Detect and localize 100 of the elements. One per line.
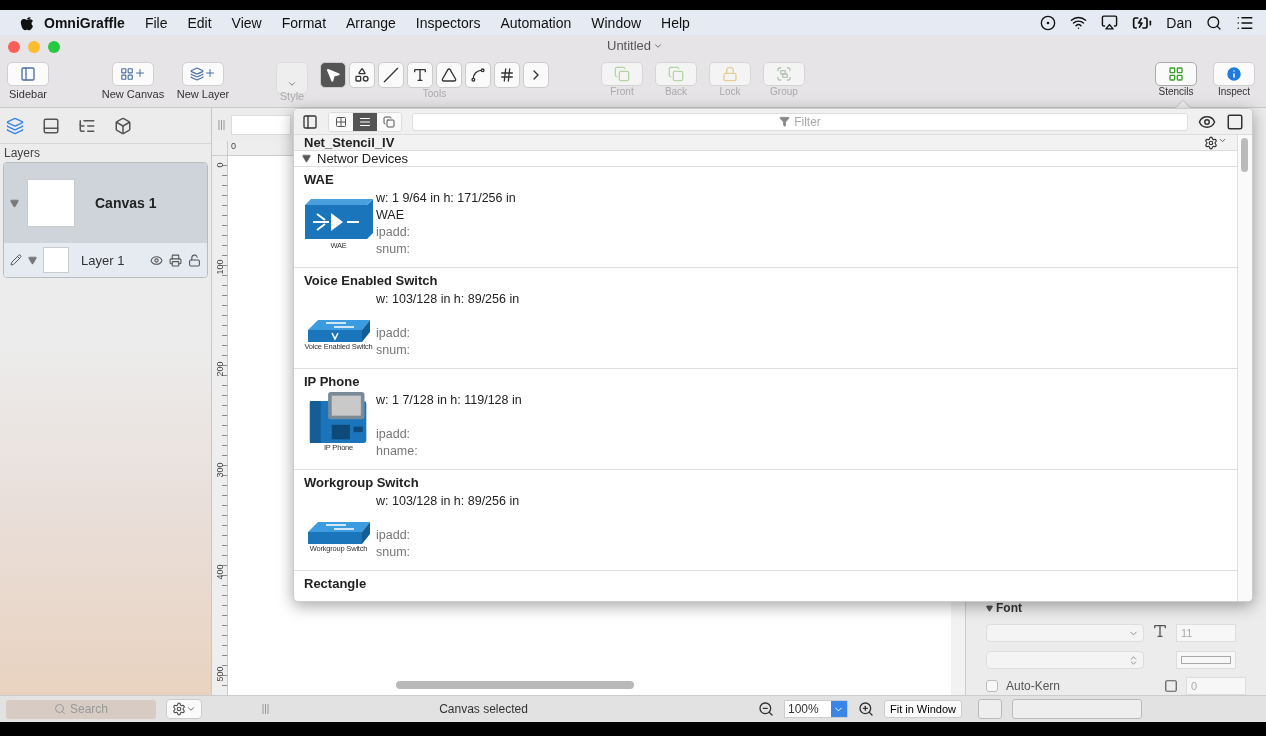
scroll-thumb[interactable] [396, 681, 634, 689]
fit-button[interactable]: Fit in Window [883, 700, 962, 718]
settings-button[interactable] [1204, 135, 1227, 150]
canvas-thumbnail [27, 179, 75, 227]
menu-item[interactable]: View [221, 14, 272, 31]
stencil-item[interactable]: Rectangle [294, 571, 1237, 601]
toolbar-label: New Layer [176, 88, 230, 100]
inspect-button[interactable] [1213, 62, 1255, 86]
pencil-icon [10, 254, 22, 266]
grip-icon[interactable] [262, 704, 269, 714]
menu-item[interactable]: Format [271, 14, 337, 31]
printer-icon[interactable] [169, 253, 182, 267]
tool-button[interactable] [494, 62, 520, 88]
front-icon [614, 66, 630, 82]
menu-item[interactable]: File [134, 14, 178, 31]
grid-view-icon [335, 115, 347, 128]
lock-icon [722, 66, 738, 82]
app-menu[interactable]: OmniGraffle [34, 14, 135, 31]
unlock-icon[interactable] [188, 253, 201, 267]
shapes-icon [354, 67, 370, 83]
view-button[interactable] [329, 112, 353, 131]
canvas-row[interactable]: Canvas 1 [4, 163, 207, 243]
menu-item[interactable]: Help [651, 14, 700, 31]
layer-button[interactable] [182, 62, 224, 86]
color-well[interactable] [1176, 651, 1236, 669]
user-name[interactable]: Dan [1166, 14, 1192, 31]
canvas-icon [42, 116, 60, 135]
view-button[interactable] [353, 112, 377, 131]
tool-button[interactable] [349, 62, 375, 88]
new-canvas-icon [120, 67, 146, 81]
stack-view-icon [383, 115, 395, 128]
group-header[interactable]: Networ Devices [294, 151, 1237, 167]
stencil-name: Workgroup Switch [304, 475, 420, 490]
shape-size: w: 103/128 in h: 89/256 in [376, 291, 520, 308]
layer-thumbnail [43, 247, 69, 273]
toolbar-label: Group [770, 86, 798, 97]
menu-item[interactable]: Inspectors [405, 14, 491, 31]
search-icon[interactable] [1206, 14, 1222, 31]
zoom-in-icon[interactable] [857, 701, 874, 717]
window-icon [1226, 112, 1244, 131]
grip-icon[interactable] [218, 119, 225, 130]
shape-property: ipadd: [376, 325, 412, 342]
zoom-out-icon[interactable] [757, 701, 774, 717]
menu-item[interactable]: Arrange [336, 14, 406, 31]
toolbar-label: Inspect [1217, 86, 1251, 97]
shape-property: hname: [376, 443, 419, 460]
window-button[interactable] [1226, 112, 1244, 131]
wifi-icon[interactable] [1070, 14, 1088, 31]
back-icon [668, 66, 684, 82]
scroll-thumb[interactable] [1241, 138, 1248, 172]
toolbar-label: New Canvas [101, 88, 165, 100]
sidebar-button[interactable] [7, 62, 49, 86]
sidebar-icon [302, 113, 318, 130]
list-view-icon [359, 115, 371, 128]
stencil-title: Net_Stencil_IV [304, 135, 395, 150]
input-field[interactable] [1012, 699, 1142, 719]
canvas-name: Canvas 1 [95, 195, 157, 211]
stencils-button[interactable] [1155, 62, 1197, 86]
settings-button[interactable] [166, 699, 202, 719]
shape-property: snum: [376, 544, 412, 561]
menu-item[interactable]: Window [581, 14, 652, 31]
airplay-icon[interactable] [1101, 14, 1119, 31]
disclosure-icon [10, 198, 19, 208]
disclosure-icon [986, 604, 993, 612]
ruler-label: 200 [215, 360, 225, 377]
new-layer-icon [190, 67, 216, 81]
checkbox[interactable] [986, 680, 998, 692]
settings-icon [172, 702, 186, 716]
shape-size: w: 103/128 in h: 89/256 in [376, 493, 520, 510]
ruler-label: 0 [215, 161, 225, 170]
menu-item[interactable]: Edit [177, 14, 222, 31]
info-icon [1225, 65, 1243, 83]
canvas-button[interactable] [112, 62, 154, 86]
toolbar-label: Sidebar [9, 88, 47, 100]
group-icon [776, 66, 792, 82]
shape-property: ipadd: [376, 224, 412, 241]
text-tool-icon [412, 67, 428, 83]
tool-button[interactable] [378, 62, 404, 88]
tool-button[interactable] [436, 62, 462, 88]
record-icon[interactable] [1040, 14, 1057, 31]
view-switcher[interactable] [328, 111, 402, 132]
menu-item[interactable]: Automation [490, 14, 582, 31]
eye-icon[interactable] [150, 253, 163, 267]
toolbar-label: Stencils [1158, 86, 1194, 97]
color-well[interactable] [978, 699, 1002, 719]
tool-button[interactable] [407, 62, 433, 88]
toolbar-label: Back [664, 86, 688, 97]
input-field[interactable] [231, 114, 291, 135]
zoom-select[interactable]: 100% [783, 700, 848, 718]
shape-property: ipadd: [376, 527, 412, 544]
objects-icon [114, 116, 132, 135]
tool-button[interactable] [320, 62, 346, 88]
window-title: Untitled [607, 38, 652, 53]
disclosure-icon [28, 255, 37, 265]
sidebar-toggle-button[interactable] [302, 113, 318, 130]
layer-row[interactable]: Layer 1 [4, 243, 207, 277]
apple-logo-icon[interactable] [20, 14, 34, 31]
tool-button[interactable] [465, 62, 491, 88]
ruler-label: 500 [215, 666, 225, 682]
appliance-icon [304, 199, 373, 241]
